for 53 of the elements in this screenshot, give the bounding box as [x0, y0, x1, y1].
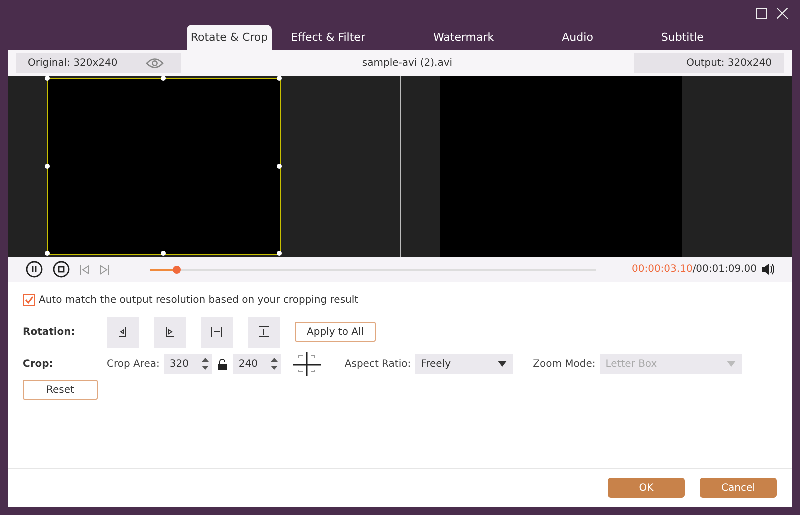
- skip-back-icon[interactable]: [80, 264, 90, 274]
- volume-icon[interactable]: [761, 264, 774, 275]
- flip-horizontal-icon: [211, 326, 223, 338]
- spinner-arrows-icon[interactable]: [270, 357, 278, 371]
- crop-handle[interactable]: [276, 164, 282, 168]
- tab[interactable]: Rotate & Crop: [187, 25, 272, 50]
- skip-forward-icon[interactable]: [100, 264, 110, 274]
- checkbox[interactable]: [23, 294, 35, 306]
- flip-vertical-button[interactable]: [248, 316, 280, 348]
- crop-frame[interactable]: [46, 78, 281, 255]
- crop-handle[interactable]: [276, 251, 282, 256]
- crop-handle[interactable]: [160, 76, 166, 81]
- maximize-icon[interactable]: [756, 8, 767, 19]
- crop-area-label: Crop Area:: [107, 358, 160, 370]
- rotate-left-button[interactable]: [107, 316, 139, 348]
- crop-handle[interactable]: [160, 251, 166, 256]
- apply-to-all-button[interactable]: Apply to All: [295, 322, 376, 342]
- rotate-right-icon: [164, 326, 176, 338]
- crop-label: Crop:: [23, 358, 54, 370]
- crop-handle[interactable]: [44, 76, 50, 81]
- crop-handle[interactable]: [44, 164, 50, 168]
- original-resolution: Original: 320x240: [28, 58, 118, 68]
- rotate-right-button[interactable]: [154, 316, 186, 348]
- tab[interactable]: Effect & Filter: [272, 25, 384, 50]
- checkbox-label: Auto match the output resolution based on your cropping result: [39, 294, 359, 306]
- flip-vertical-icon: [258, 326, 270, 338]
- current-time: 00:00:03.10: [632, 264, 693, 275]
- tab[interactable]: Audio: [543, 25, 612, 50]
- crop-height-field[interactable]: 240: [232, 354, 281, 374]
- pause-icon[interactable]: [26, 261, 43, 278]
- file-name: sample-avi (2).avi: [361, 58, 454, 68]
- reset-button[interactable]: Reset: [23, 380, 98, 400]
- tab[interactable]: Watermark: [414, 25, 514, 50]
- tab[interactable]: Subtitle: [642, 25, 723, 50]
- total-time: /00:01:09.00: [692, 264, 757, 275]
- aspect-ratio-dropdown[interactable]: Freely: [415, 354, 514, 374]
- eye-icon[interactable]: [146, 58, 164, 68]
- zoom-mode-label: Zoom Mode:: [533, 358, 596, 370]
- lock-icon[interactable]: [218, 358, 227, 370]
- close-icon[interactable]: [777, 8, 788, 19]
- output-resolution: Output: 320x240: [686, 58, 772, 68]
- rotation-label: Rotation:: [23, 326, 76, 338]
- crop-width-field[interactable]: 320: [164, 354, 212, 374]
- dropdown-caret-icon[interactable]: [498, 361, 508, 367]
- crop-handle[interactable]: [44, 251, 50, 256]
- stop-icon[interactable]: [53, 261, 70, 278]
- rotate-left-icon: [117, 326, 129, 338]
- spinner-arrows-icon[interactable]: [202, 357, 209, 371]
- crop-handle[interactable]: [276, 76, 282, 81]
- seek-thumb[interactable]: [172, 266, 181, 274]
- aspect-ratio-label: Aspect Ratio:: [344, 358, 412, 370]
- flip-horizontal-button[interactable]: [201, 316, 233, 348]
- crosshair-icon[interactable]: [292, 352, 321, 376]
